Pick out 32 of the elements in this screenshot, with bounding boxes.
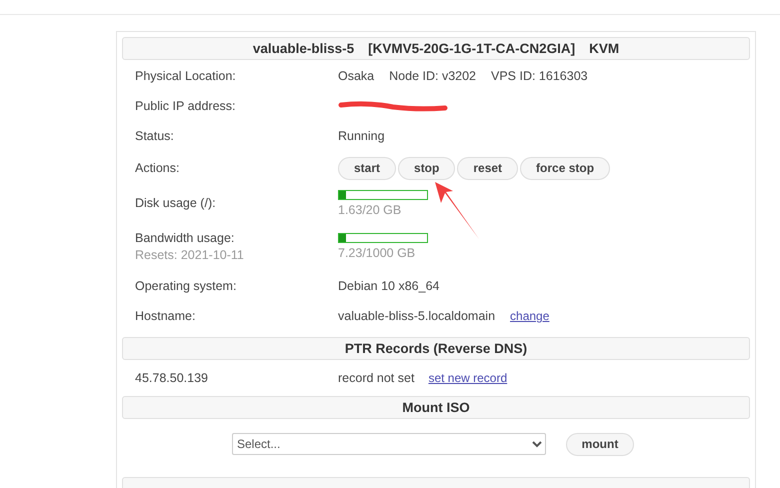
field-label: Operating system:	[135, 279, 238, 293]
ip-address: 45.78.50.139	[135, 371, 209, 385]
field-value: VPS ID: 1616303	[491, 69, 588, 83]
section-title: Mount ISO	[402, 400, 470, 415]
reset-date: Resets: 2021-10-11	[135, 248, 245, 262]
field-value: Osaka	[338, 69, 374, 83]
field-value: valuable-bliss-5.localdomain	[338, 309, 496, 323]
usage-reading: 1.63/20 GB	[338, 202, 402, 216]
field-value: Running	[338, 129, 385, 143]
change-link[interactable]: change	[510, 309, 550, 323]
field-label: Hostname:	[135, 309, 196, 323]
action-button[interactable]: start	[338, 156, 396, 180]
mount-button[interactable]: mount	[566, 432, 634, 456]
field-label: Bandwidth usage:	[135, 230, 236, 244]
record-status: record not set	[338, 371, 414, 385]
field-label: Physical Location:	[135, 69, 237, 83]
field-label: Public IP address:	[135, 99, 237, 113]
action-button[interactable]: reset	[457, 156, 518, 180]
iso-select[interactable]: Select...	[232, 433, 546, 455]
field-value: Node ID: v3202	[389, 69, 476, 83]
action-button[interactable]: force stop	[520, 156, 610, 180]
server-title: KVM	[589, 41, 620, 56]
field-label: Disk usage (/):	[135, 196, 217, 210]
action-button[interactable]: stop	[398, 156, 456, 180]
field-label: Actions:	[135, 161, 180, 175]
usage-reading: 7.23/1000 GB	[338, 246, 416, 260]
section-title: PTR Records (Reverse DNS)	[344, 341, 528, 356]
field-value: Debian 10 x86_64	[338, 279, 440, 293]
set-record-link[interactable]: set new record	[428, 371, 508, 385]
server-title: valuable-bliss-5	[252, 41, 354, 56]
server-title: [KVMV5-20G-1G-1T-CA-CN2GIA]	[368, 41, 576, 56]
field-label: Status:	[135, 129, 175, 143]
